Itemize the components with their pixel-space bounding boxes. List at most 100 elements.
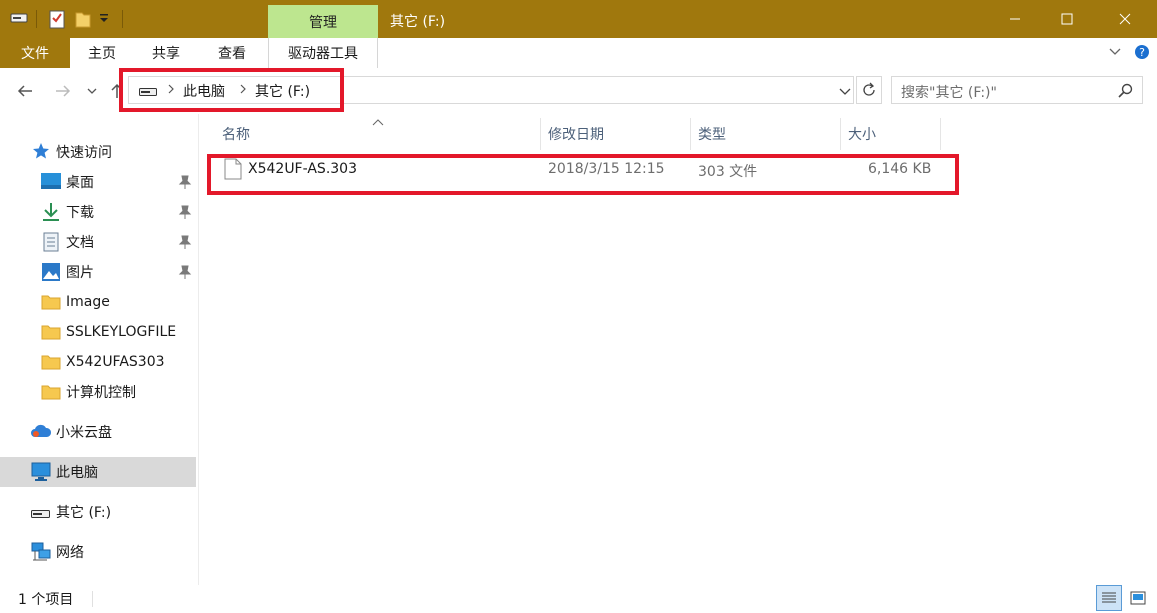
sidebar-item-label: 网络 — [56, 545, 84, 561]
details-view-icon — [1102, 592, 1116, 603]
tab-manage[interactable]: 管理 — [268, 5, 378, 38]
sidebar-item-xiaomi-cloud[interactable]: 小米云盘 — [0, 417, 196, 447]
cloud-icon — [30, 423, 52, 443]
svg-text:?: ? — [1139, 46, 1145, 59]
column-divider[interactable] — [690, 118, 691, 150]
chevron-down-icon[interactable] — [98, 12, 110, 28]
close-icon — [1119, 13, 1131, 25]
sidebar-item-label: 其它 (F:) — [56, 505, 112, 521]
sidebar-item-drive-f[interactable]: 其它 (F:) — [0, 497, 196, 527]
sidebar-item-label: 图片 — [66, 265, 94, 281]
column-header-size[interactable]: 大小 — [848, 118, 876, 150]
folder-icon — [41, 293, 61, 313]
sidebar-item-label: X542UFAS303 — [66, 354, 165, 370]
sidebar-item-label: 桌面 — [66, 175, 94, 191]
recent-locations-button[interactable] — [82, 78, 102, 104]
arrow-right-icon — [56, 85, 71, 97]
pin-icon[interactable] — [178, 204, 192, 224]
pin-icon[interactable] — [178, 264, 192, 284]
sidebar-item-pictures[interactable]: 图片 — [0, 257, 196, 287]
toolbar-divider — [36, 10, 37, 28]
sidebar-item-x542ufas303[interactable]: X542UFAS303 — [0, 347, 196, 377]
sidebar-item-label: 快速访问 — [56, 145, 112, 161]
sidebar-item-network[interactable]: 网络 — [0, 537, 196, 567]
arrow-left-icon — [17, 85, 32, 97]
back-button[interactable] — [12, 78, 38, 104]
computer-icon — [31, 462, 51, 482]
window-title: 其它 (F:) — [390, 14, 446, 30]
item-count: 1 个项目 — [18, 592, 74, 608]
large-icons-view-button[interactable] — [1125, 585, 1151, 611]
drive-icon — [31, 507, 51, 527]
file-list: 名称 修改日期 类型 大小 X542UF-AS.303 2018/3/15 12… — [199, 114, 1157, 585]
navigation-bar: 此电脑 其它 (F:) 搜索"其它 (F:)" — [0, 68, 1157, 114]
sidebar-item-label: SSLKEYLOGFILE — [66, 324, 177, 340]
folder-icon — [41, 353, 61, 373]
minimize-icon — [1010, 18, 1020, 20]
new-folder-icon[interactable] — [74, 9, 92, 33]
close-button[interactable] — [1093, 0, 1157, 38]
file-highlight-box — [207, 154, 959, 195]
column-divider[interactable] — [540, 118, 541, 150]
drive-icon — [10, 12, 28, 28]
star-icon — [32, 142, 52, 162]
search-placeholder: 搜索"其它 (F:)" — [901, 85, 997, 101]
network-icon — [31, 542, 51, 562]
chevron-down-icon — [87, 88, 97, 94]
address-history-icon[interactable] — [839, 85, 851, 101]
search-input[interactable]: 搜索"其它 (F:)" — [891, 76, 1143, 104]
sidebar-item-sslkeylogfile[interactable]: SSLKEYLOGFILE — [0, 317, 196, 347]
navigation-pane: 快速访问 桌面 下载 文档 图片 Image SSLKEYLOGFILE X54… — [0, 114, 199, 585]
help-icon[interactable]: ? — [1134, 43, 1150, 65]
status-divider — [92, 591, 93, 607]
toolbar-divider — [122, 10, 123, 28]
search-icon[interactable] — [1118, 83, 1134, 103]
desktop-icon — [41, 173, 61, 193]
tab-drive-tools[interactable]: 驱动器工具 — [268, 38, 378, 68]
pin-icon[interactable] — [178, 174, 192, 194]
tab-share[interactable]: 共享 — [152, 38, 180, 68]
details-view-button[interactable] — [1096, 585, 1122, 611]
column-divider[interactable] — [940, 118, 941, 150]
expand-ribbon-icon[interactable] — [1108, 46, 1122, 62]
title-bar: 管理 其它 (F:) — [0, 0, 1157, 38]
sidebar-item-downloads[interactable]: 下载 — [0, 197, 196, 227]
sidebar-item-label: 此电脑 — [56, 465, 98, 481]
pictures-icon — [41, 262, 61, 282]
sidebar-item-desktop[interactable]: 桌面 — [0, 167, 196, 197]
refresh-button[interactable] — [856, 76, 882, 104]
status-bar: 1 个项目 — [0, 585, 1157, 613]
document-icon — [43, 232, 63, 252]
column-header-type[interactable]: 类型 — [698, 118, 726, 150]
sidebar-item-label: 下载 — [66, 205, 94, 221]
sidebar-item-label: 文档 — [66, 235, 94, 251]
address-highlight-box — [119, 68, 344, 112]
sidebar-item-documents[interactable]: 文档 — [0, 227, 196, 257]
sidebar-item-this-pc[interactable]: 此电脑 — [0, 457, 196, 487]
tab-home[interactable]: 主页 — [88, 38, 116, 68]
tab-file[interactable]: 文件 — [0, 38, 70, 68]
sidebar-item-label: 小米云盘 — [56, 425, 112, 441]
ribbon-tabs: 文件 主页 共享 查看 驱动器工具 ? — [0, 38, 1157, 69]
folder-icon — [41, 323, 61, 343]
sidebar-item-image[interactable]: Image — [0, 287, 196, 317]
sidebar-item-quick-access[interactable]: 快速访问 — [0, 137, 196, 167]
minimize-button[interactable] — [989, 0, 1041, 38]
pin-icon[interactable] — [178, 234, 192, 254]
maximize-button[interactable] — [1041, 0, 1093, 38]
column-header-name[interactable]: 名称 — [222, 118, 250, 150]
sidebar-item-label: 计算机控制 — [66, 385, 136, 401]
properties-icon[interactable] — [48, 9, 66, 33]
large-icons-view-icon — [1130, 591, 1146, 605]
sort-ascending-icon — [372, 115, 384, 131]
column-divider[interactable] — [840, 118, 841, 150]
sidebar-item-computer-control[interactable]: 计算机控制 — [0, 377, 196, 407]
maximize-icon — [1061, 13, 1073, 25]
sidebar-item-label: Image — [66, 294, 110, 310]
refresh-icon — [863, 82, 875, 96]
download-icon — [41, 202, 61, 222]
tab-view[interactable]: 查看 — [218, 38, 246, 68]
column-header-modified[interactable]: 修改日期 — [548, 118, 604, 150]
forward-button[interactable] — [50, 78, 76, 104]
folder-icon — [41, 383, 61, 403]
